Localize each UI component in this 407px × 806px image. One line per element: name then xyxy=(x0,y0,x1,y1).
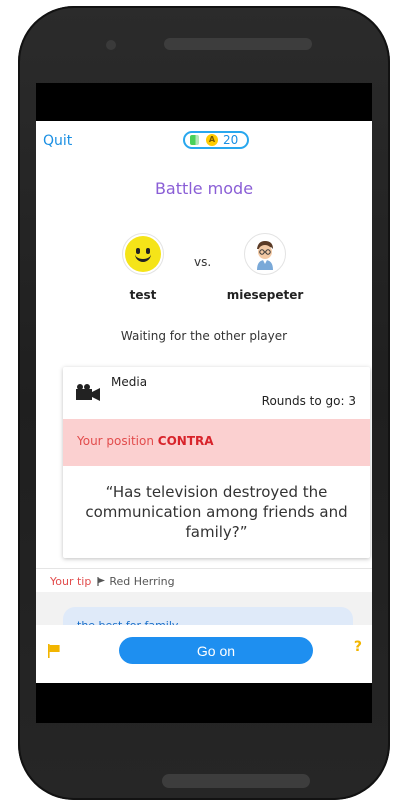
phone-screen: Quit A 20 Battle mode vs. test miesepete… xyxy=(36,83,372,723)
position-value: CONTRA xyxy=(157,434,214,448)
page-title: Battle mode xyxy=(154,179,254,198)
debate-question: “Has television destroyed the communicat… xyxy=(85,483,348,541)
earpiece-speaker xyxy=(164,38,312,50)
divider xyxy=(36,568,372,569)
smiley-avatar-icon xyxy=(125,236,161,272)
tip-label: Your tip xyxy=(50,575,92,588)
coin-icon: A xyxy=(206,134,218,146)
player-avatar-right xyxy=(244,233,286,275)
player-name-right: miesepeter xyxy=(226,288,304,302)
topic-category: Media xyxy=(111,375,148,389)
help-button[interactable]: ? xyxy=(354,639,362,655)
versus-label: vs. xyxy=(194,255,212,269)
player-name-left: test xyxy=(129,288,157,302)
position-banner: Your position CONTRA xyxy=(63,419,370,466)
app-view: Quit A 20 Battle mode vs. test miesepete… xyxy=(36,121,372,683)
waiting-status: Waiting for the other player xyxy=(120,329,288,343)
tip-line: Your tip Red Herring xyxy=(50,575,175,588)
go-on-button[interactable]: Go on xyxy=(119,637,313,664)
camera-icon xyxy=(76,384,100,401)
front-camera xyxy=(106,40,116,50)
quit-button[interactable]: Quit xyxy=(43,133,72,149)
boy-avatar-icon xyxy=(257,241,273,270)
status-bar xyxy=(36,83,372,121)
player-avatar-left xyxy=(122,233,164,275)
energy-coins-indicator: A 20 xyxy=(183,131,249,149)
position-label: Your position CONTRA xyxy=(77,434,214,448)
rounds-remaining: Rounds to go: 3 xyxy=(261,394,356,408)
navigation-bar xyxy=(36,683,372,723)
pennant-icon xyxy=(97,577,105,586)
flag-icon[interactable] xyxy=(48,644,60,658)
topic-card: Media Rounds to go: 3 Your position CONT… xyxy=(63,367,370,558)
bottom-speaker xyxy=(162,774,310,788)
tip-value: Red Herring xyxy=(109,575,175,588)
position-prefix: Your position xyxy=(77,434,158,448)
bottom-action-bar: Go on ? xyxy=(36,625,372,683)
coin-count: 20 xyxy=(223,133,239,147)
energy-bar xyxy=(190,135,199,145)
